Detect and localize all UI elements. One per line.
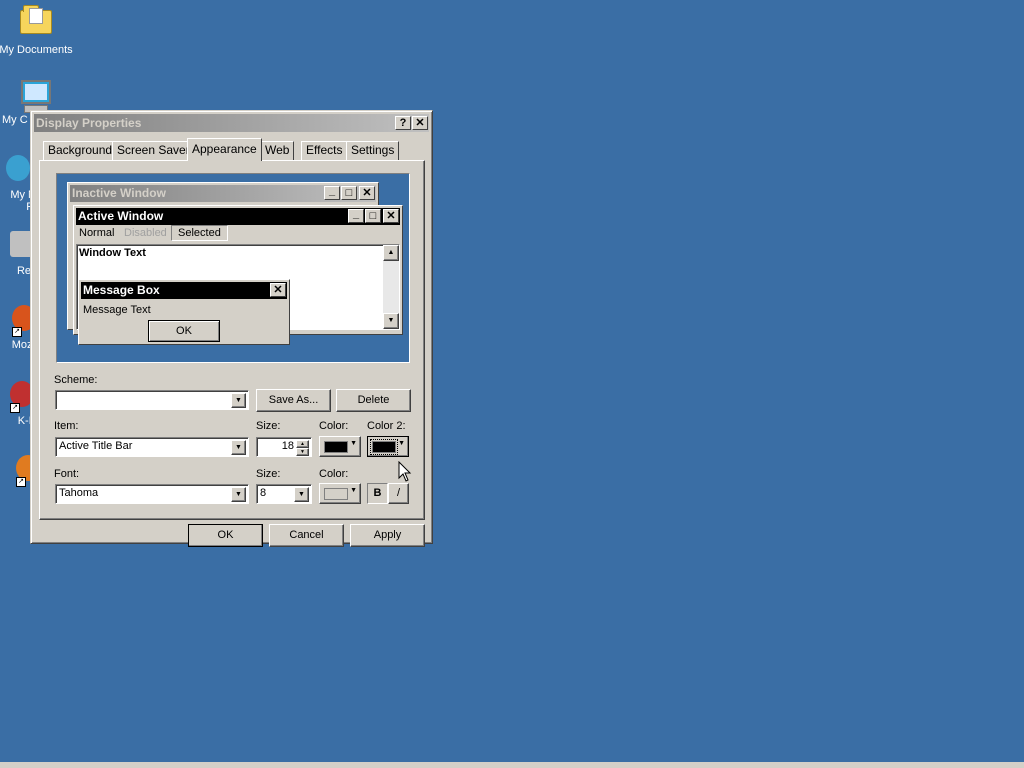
item-color-button[interactable]: ▼ — [319, 436, 361, 457]
minimize-icon: _ — [348, 209, 364, 223]
folder-icon — [20, 5, 52, 34]
item-size-spinner[interactable]: 18 ▲ ▼ — [256, 437, 312, 457]
bold-button[interactable]: B — [367, 483, 388, 504]
tab-settings[interactable]: Settings — [346, 141, 400, 160]
font-size-select[interactable]: 8 ▼ — [256, 484, 312, 504]
delete-button[interactable]: Delete — [336, 389, 411, 412]
close-icon: ✕ — [359, 186, 375, 200]
preview-active-title: Active Window — [78, 209, 164, 223]
maximize-icon: □ — [341, 186, 357, 200]
chevron-down-icon[interactable]: ▼ — [231, 487, 246, 502]
font-select[interactable]: Tahoma ▼ — [55, 484, 249, 504]
window-titlebar[interactable]: Display Properties ? ✕ — [34, 114, 429, 132]
font-color-swatch — [324, 488, 348, 500]
apply-button[interactable]: Apply — [350, 524, 425, 547]
tab-screen-saver[interactable]: Screen Saver — [112, 141, 195, 160]
italic-button[interactable]: / — [388, 483, 409, 504]
shortcut-arrow-icon: ↗ — [16, 477, 26, 487]
mouse-cursor-icon — [398, 461, 412, 482]
chevron-down-icon[interactable]: ▼ — [294, 487, 309, 502]
close-button[interactable]: ✕ — [412, 116, 428, 130]
font-value: Tahoma — [59, 487, 99, 499]
font-size-value: 8 — [260, 487, 267, 499]
desktop-icon-label: My Documents — [0, 44, 73, 56]
close-icon: ✕ — [383, 209, 399, 223]
save-as-button[interactable]: Save As... — [256, 389, 331, 412]
item-size-value: 18 — [281, 440, 294, 452]
spin-up-icon[interactable]: ▲ — [296, 440, 309, 448]
preview-inactive-title: Inactive Window — [72, 186, 166, 200]
tab-effects[interactable]: Effects — [301, 141, 348, 160]
item-color2-swatch — [370, 439, 398, 455]
scroll-down-icon: ▼ — [383, 313, 399, 329]
preview-message-box-title: Message Box — [83, 283, 160, 297]
help-button[interactable]: ? — [395, 116, 411, 130]
preview-menu-disabled: Disabled — [124, 227, 167, 239]
taskbar-edge — [0, 762, 1024, 768]
network-icon — [6, 155, 30, 181]
preview-window-text: Window Text — [79, 247, 146, 259]
shortcut-arrow-icon: ↗ — [10, 403, 20, 413]
item-color2-button[interactable]: ▼ — [367, 436, 409, 457]
font-color-label: Color: — [319, 468, 349, 480]
item-color-swatch — [324, 441, 348, 453]
preview-inactive-titlebar: Inactive Window _ □ ✕ — [70, 185, 376, 202]
font-label: Font: — [54, 468, 80, 480]
preview-message-text: Message Text — [83, 304, 151, 316]
item-size-label: Size: — [256, 420, 281, 432]
preview-message-box: Message Box ✕ Message Text OK — [78, 279, 290, 345]
tab-appearance[interactable]: Appearance — [187, 138, 262, 161]
preview-ok-button: OK — [148, 320, 220, 342]
item-color-label: Color: — [319, 420, 349, 432]
preview-message-box-titlebar: Message Box ✕ — [81, 282, 287, 299]
scroll-up-icon: ▲ — [383, 245, 399, 261]
item-select[interactable]: Active Title Bar ▼ — [55, 437, 249, 457]
ok-button[interactable]: OK — [188, 524, 263, 547]
chevron-down-icon: ▼ — [350, 440, 357, 447]
shortcut-arrow-icon: ↗ — [12, 327, 22, 337]
item-label: Item: — [54, 420, 79, 432]
desktop-icon-my-documents[interactable]: My Documents — [0, 4, 74, 56]
cancel-button[interactable]: Cancel — [269, 524, 344, 547]
chevron-down-icon[interactable]: ▼ — [231, 440, 246, 455]
window-title: Display Properties — [36, 116, 142, 130]
preview-menu-normal: Normal — [79, 227, 115, 239]
appearance-preview[interactable]: Inactive Window _ □ ✕ Active Window _ □ … — [56, 173, 410, 363]
chevron-down-icon: ▼ — [350, 487, 357, 494]
preview-menu-selected: Selected — [171, 225, 228, 241]
item-value: Active Title Bar — [59, 440, 133, 452]
scheme-label: Scheme: — [54, 374, 98, 386]
tab-background[interactable]: Background — [43, 141, 118, 160]
preview-active-titlebar: Active Window _ □ ✕ — [76, 208, 400, 225]
preview-scrollbar: ▲ ▼ — [383, 245, 399, 329]
chevron-down-icon: ▼ — [398, 440, 405, 447]
spin-down-icon[interactable]: ▼ — [296, 448, 309, 456]
chevron-down-icon[interactable]: ▼ — [231, 393, 246, 408]
tab-web[interactable]: Web — [260, 141, 295, 160]
font-size-label: Size: — [256, 468, 281, 480]
scheme-select[interactable]: ▼ — [55, 390, 249, 410]
item-color2-label: Color 2: — [367, 420, 406, 432]
font-color-button[interactable]: ▼ — [319, 483, 361, 504]
maximize-icon: □ — [365, 209, 381, 223]
close-icon: ✕ — [270, 283, 286, 297]
minimize-icon: _ — [324, 186, 340, 200]
computer-icon — [21, 80, 51, 104]
display-properties-window: Display Properties ? ✕ Background Screen… — [30, 110, 433, 547]
